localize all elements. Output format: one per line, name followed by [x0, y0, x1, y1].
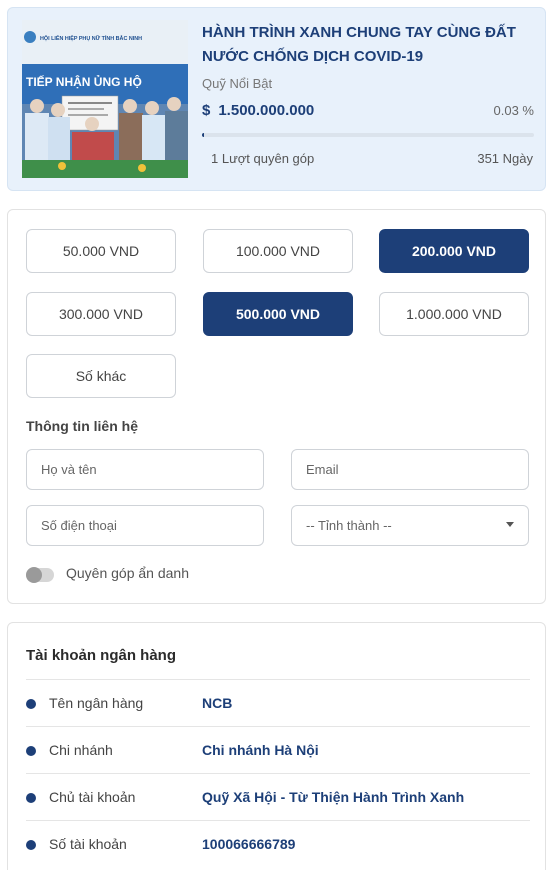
bank-row-key: Số tài khoản [49, 836, 127, 852]
anonymous-toggle-label[interactable]: Quyên góp ẩn danh [66, 565, 189, 581]
donations-count: 1 Lượt quyên góp [211, 151, 315, 166]
amount-option-200000[interactable]: 200.000 VND [379, 229, 529, 273]
amount-option-500000[interactable]: 500.000 VND [203, 292, 353, 336]
bullet-icon [26, 840, 36, 850]
campaign-image[interactable]: HỘI LIÊN HIỆP PHỤ NỮ TỈNH BẮC NINH TIẾP … [22, 20, 188, 178]
caret-down-icon [506, 522, 514, 527]
amount-option-50000[interactable]: 50.000 VND [26, 229, 176, 273]
bank-row-key: Chủ tài khoản [49, 789, 136, 805]
bank-row-branch: Chi nhánh Chi nhánh Hà Nội [26, 726, 530, 773]
image-banner-text: HỘI LIÊN HIỆP PHỤ NỮ TỈNH BẮC NINH [40, 34, 142, 42]
amount-option-100000[interactable]: 100.000 VND [203, 229, 353, 273]
bullet-icon [26, 699, 36, 709]
phone-field[interactable]: Số điện thoại [26, 505, 264, 546]
bank-row-value: 100066666789 [202, 836, 296, 852]
image-sign-text: TIẾP NHẬN ỦNG HỘ [26, 74, 142, 89]
bank-account-card: Tài khoản ngân hàng Tên ngân hàng NCB Ch… [7, 622, 546, 870]
amount-option-1000000[interactable]: 1.000.000 VND [379, 292, 529, 336]
full-name-field[interactable]: Họ và tên [26, 449, 264, 490]
amount-option-300000[interactable]: 300.000 VND [26, 292, 176, 336]
progress-percent: 0.03 % [493, 103, 534, 118]
bank-row-value: Chi nhánh Hà Nội [202, 742, 319, 758]
campaign-title[interactable]: HÀNH TRÌNH XANH CHUNG TAY CÙNG ĐẤT NƯỚC … [202, 21, 537, 69]
toggle-knob [26, 567, 42, 583]
campaign-card[interactable]: HỘI LIÊN HIỆP PHỤ NỮ TỈNH BẮC NINH TIẾP … [7, 7, 546, 191]
province-select-value: -- Tỉnh thành -- [306, 518, 392, 533]
anonymous-toggle[interactable] [26, 567, 54, 583]
bank-row-account-holder: Chủ tài khoản Quỹ Xã Hội - Từ Thiện Hành… [26, 773, 530, 820]
province-select[interactable]: -- Tỉnh thành -- [291, 505, 529, 546]
raised-amount: $1.500.000.000 [202, 102, 314, 119]
bank-row-key: Chi nhánh [49, 742, 113, 758]
bank-row-value: NCB [202, 695, 233, 711]
campaign-photo: HỘI LIÊN HIỆP PHỤ NỮ TỈNH BẮC NINH TIẾP … [22, 20, 188, 178]
bank-row-bank-name: Tên ngân hàng NCB [26, 679, 530, 726]
bullet-icon [26, 793, 36, 803]
progress-bar [202, 133, 534, 137]
bank-row-key: Tên ngân hàng [49, 695, 144, 711]
days-left: 351 Ngày [477, 151, 533, 166]
amount-option-other[interactable]: Số khác [26, 354, 176, 398]
currency-symbol: $ [202, 102, 211, 119]
fund-category: Quỹ Nổi Bật [202, 76, 273, 91]
bank-row-value: Quỹ Xã Hội - Từ Thiện Hành Trình Xanh [202, 789, 465, 805]
raised-amount-value: 1.500.000.000 [218, 102, 315, 119]
progress-bar-fill [202, 133, 204, 137]
email-field[interactable]: Email [291, 449, 529, 490]
contact-info-heading: Thông tin liên hệ [26, 418, 138, 434]
bullet-icon [26, 746, 36, 756]
donation-form: 50.000 VND 100.000 VND 200.000 VND 300.0… [7, 209, 546, 604]
bank-account-heading: Tài khoản ngân hàng [26, 647, 177, 664]
amount-row: $1.500.000.000 0.03 % [202, 102, 534, 122]
bank-row-account-number: Số tài khoản 100066666789 [26, 820, 530, 867]
